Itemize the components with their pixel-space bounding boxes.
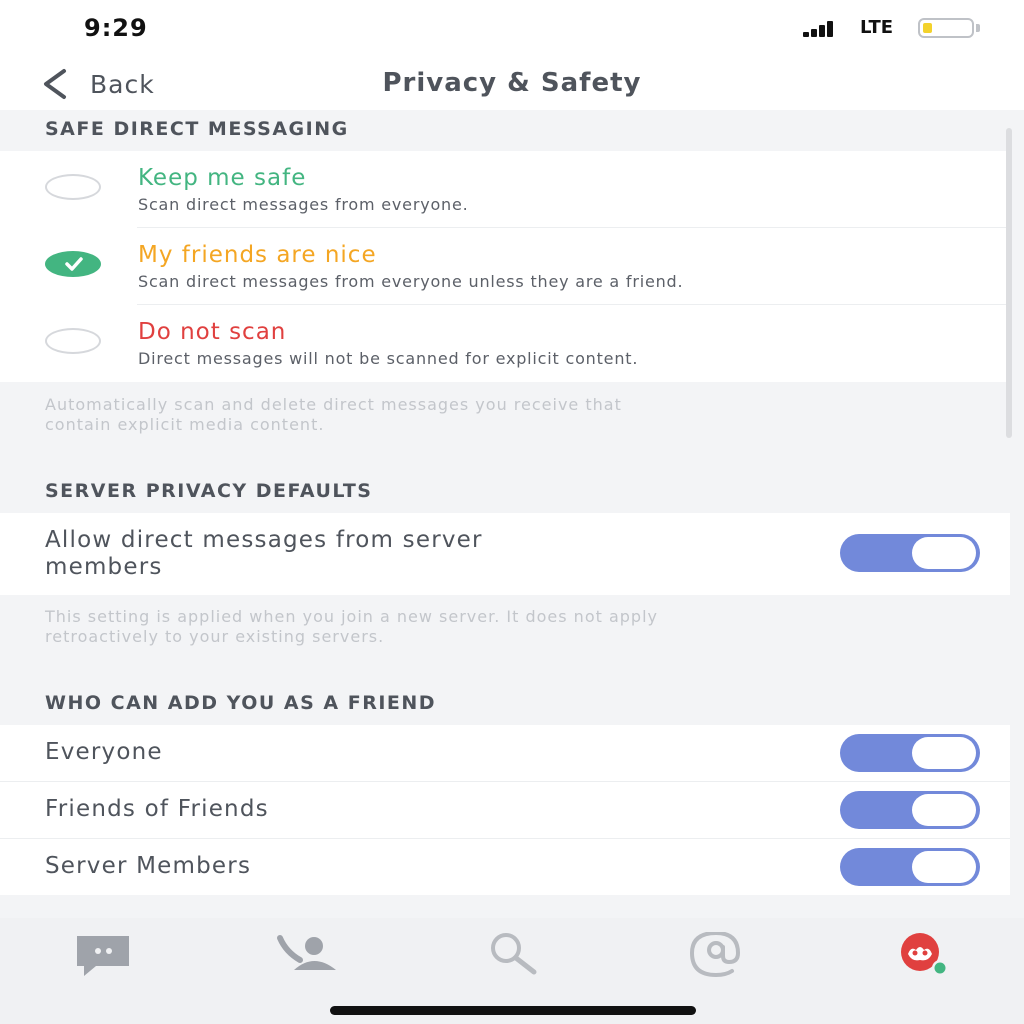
radio-option-do-not-scan[interactable]: Do not scan Direct messages will not be … (0, 305, 1010, 382)
toggle-knob (912, 537, 976, 569)
friend-requests-card: Everyone Friends of Friends Server Membe… (0, 725, 1010, 895)
safe-dm-note: Automatically scan and delete direct mes… (45, 395, 975, 435)
radio-unchecked-icon (45, 328, 101, 354)
back-label: Back (90, 70, 155, 99)
navigation-bar: Privacy & Safety Back (0, 58, 1024, 110)
toggle-knob (912, 851, 976, 883)
search-icon (491, 933, 537, 975)
option-title: My friends are nice (138, 242, 377, 268)
section-header-friend-requests: WHO CAN ADD YOU AS A FRIEND (45, 692, 437, 714)
battery-nub (976, 24, 980, 32)
profile-icon (901, 933, 948, 976)
radio-option-keep-me-safe[interactable]: Keep me safe Scan direct messages from e… (0, 151, 1010, 228)
network-label: LTE (860, 17, 894, 38)
friend-row-label-friends-of-friends: Friends of Friends (45, 796, 269, 822)
option-description: Scan direct messages from everyone unles… (138, 272, 684, 291)
label-line: members (45, 554, 163, 580)
friends-of-friends-toggle[interactable] (840, 791, 980, 829)
status-bar: 9:29 LTE (0, 0, 1024, 58)
toggle-knob (912, 737, 976, 769)
toggle-knob (912, 794, 976, 826)
safe-dm-card: Keep me safe Scan direct messages from e… (0, 151, 1010, 382)
note-line: contain explicit media content. (45, 415, 325, 434)
tab-mentions[interactable] (684, 932, 748, 996)
server-dm-toggle[interactable] (840, 534, 980, 572)
home-indicator (330, 1006, 696, 1015)
mentions-icon (689, 932, 741, 978)
tab-bar (0, 918, 1024, 1024)
status-time: 9:29 (84, 14, 148, 42)
option-description: Direct messages will not be scanned for … (138, 349, 639, 368)
label-line: Allow direct messages from server (45, 527, 483, 553)
section-header-server-privacy: SERVER PRIVACY DEFAULTS (45, 480, 373, 502)
option-description: Scan direct messages from everyone. (138, 195, 469, 214)
tab-profile[interactable] (888, 932, 952, 996)
everyone-toggle[interactable] (840, 734, 980, 772)
tab-friends[interactable] (276, 932, 340, 996)
note-line: This setting is applied when you join a … (45, 607, 658, 626)
option-title: Do not scan (138, 319, 287, 345)
radio-unchecked-icon (45, 174, 101, 200)
tab-home[interactable] (72, 932, 136, 996)
battery-icon (918, 18, 974, 38)
divider (0, 781, 1010, 782)
online-status-dot (934, 962, 946, 974)
chat-icon (77, 936, 129, 976)
scrollbar[interactable] (1006, 128, 1012, 438)
checkmark-icon (65, 257, 83, 271)
option-title: Keep me safe (138, 165, 307, 191)
note-line: Automatically scan and delete direct mes… (45, 395, 622, 414)
server-members-toggle[interactable] (840, 848, 980, 886)
friends-icon (277, 935, 336, 970)
friend-row-label-everyone: Everyone (45, 739, 163, 765)
server-privacy-card: Allow direct messages from server member… (0, 513, 1010, 595)
signal-icon (803, 21, 839, 37)
chevron-left-icon (44, 69, 66, 99)
note-line: retroactively to your existing servers. (45, 627, 385, 646)
server-privacy-note: This setting is applied when you join a … (45, 607, 975, 647)
friend-row-label-server-members: Server Members (45, 853, 252, 879)
radio-checked-icon (45, 251, 101, 277)
tab-search[interactable] (480, 932, 544, 996)
server-dm-setting-label: Allow direct messages from server member… (45, 527, 483, 581)
radio-option-friends-are-nice[interactable]: My friends are nice Scan direct messages… (0, 228, 1010, 305)
divider (0, 838, 1010, 839)
section-header-safe-dm: SAFE DIRECT MESSAGING (45, 118, 349, 140)
